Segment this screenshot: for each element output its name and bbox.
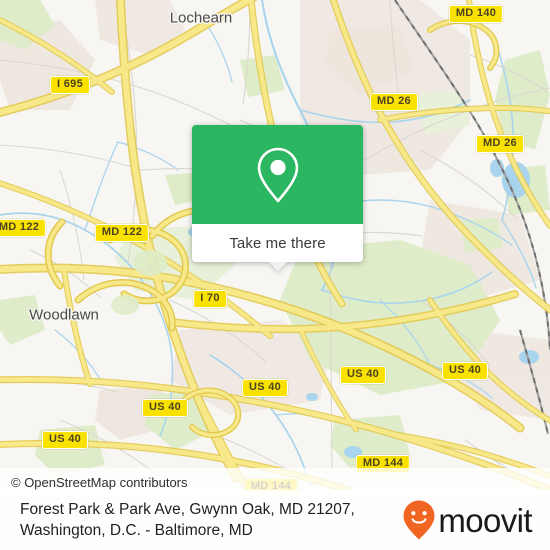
take-me-there-label: Take me there [229,234,326,252]
moovit-smiley-pin-icon [403,500,435,540]
road-shield: US 40 [441,362,489,380]
road-shield: US 40 [41,431,89,449]
moovit-logo[interactable]: moovit [402,499,536,541]
location-title-line1: Forest Park & Park Ave, Gwynn Oak, MD 21… [20,501,355,518]
place-label: Woodlawn [29,306,99,324]
road-shield: MD 26 [476,135,524,153]
osm-attribution-text: © OpenStreetMap contributors [11,475,188,490]
map-pin-icon [257,147,298,202]
moovit-map-screenshot: MD 140 I 695 MD 26 MD 26 MD 122 MD 122 I 70 US … [0,0,550,550]
road-shield: US 40 [339,366,387,384]
take-me-there-button[interactable]: Take me there [192,224,363,271]
location-title-line2: Washington, D.C. - Baltimore, MD [20,522,253,539]
road-shield: US 40 [141,399,189,417]
footer-bar: Forest Park & Park Ave, Gwynn Oak, MD 21… [0,490,550,550]
road-shield: I 70 [193,290,227,308]
destination-popup-card[interactable]: Take me there [192,125,363,271]
road-shield: I 695 [50,76,90,94]
moovit-wordmark: moovit [438,501,532,539]
place-label: Lochearn [169,9,233,27]
road-shield: US 40 [241,379,289,397]
road-shield: MD 140 [448,5,504,23]
road-shield: MD 122 [94,224,150,242]
road-shield: MD 26 [370,93,418,111]
popup-header [192,125,363,224]
location-title: Forest Park & Park Ave, Gwynn Oak, MD 21… [20,499,355,541]
road-shield: MD 122 [0,219,47,237]
popup-tail-pointer [268,262,287,271]
